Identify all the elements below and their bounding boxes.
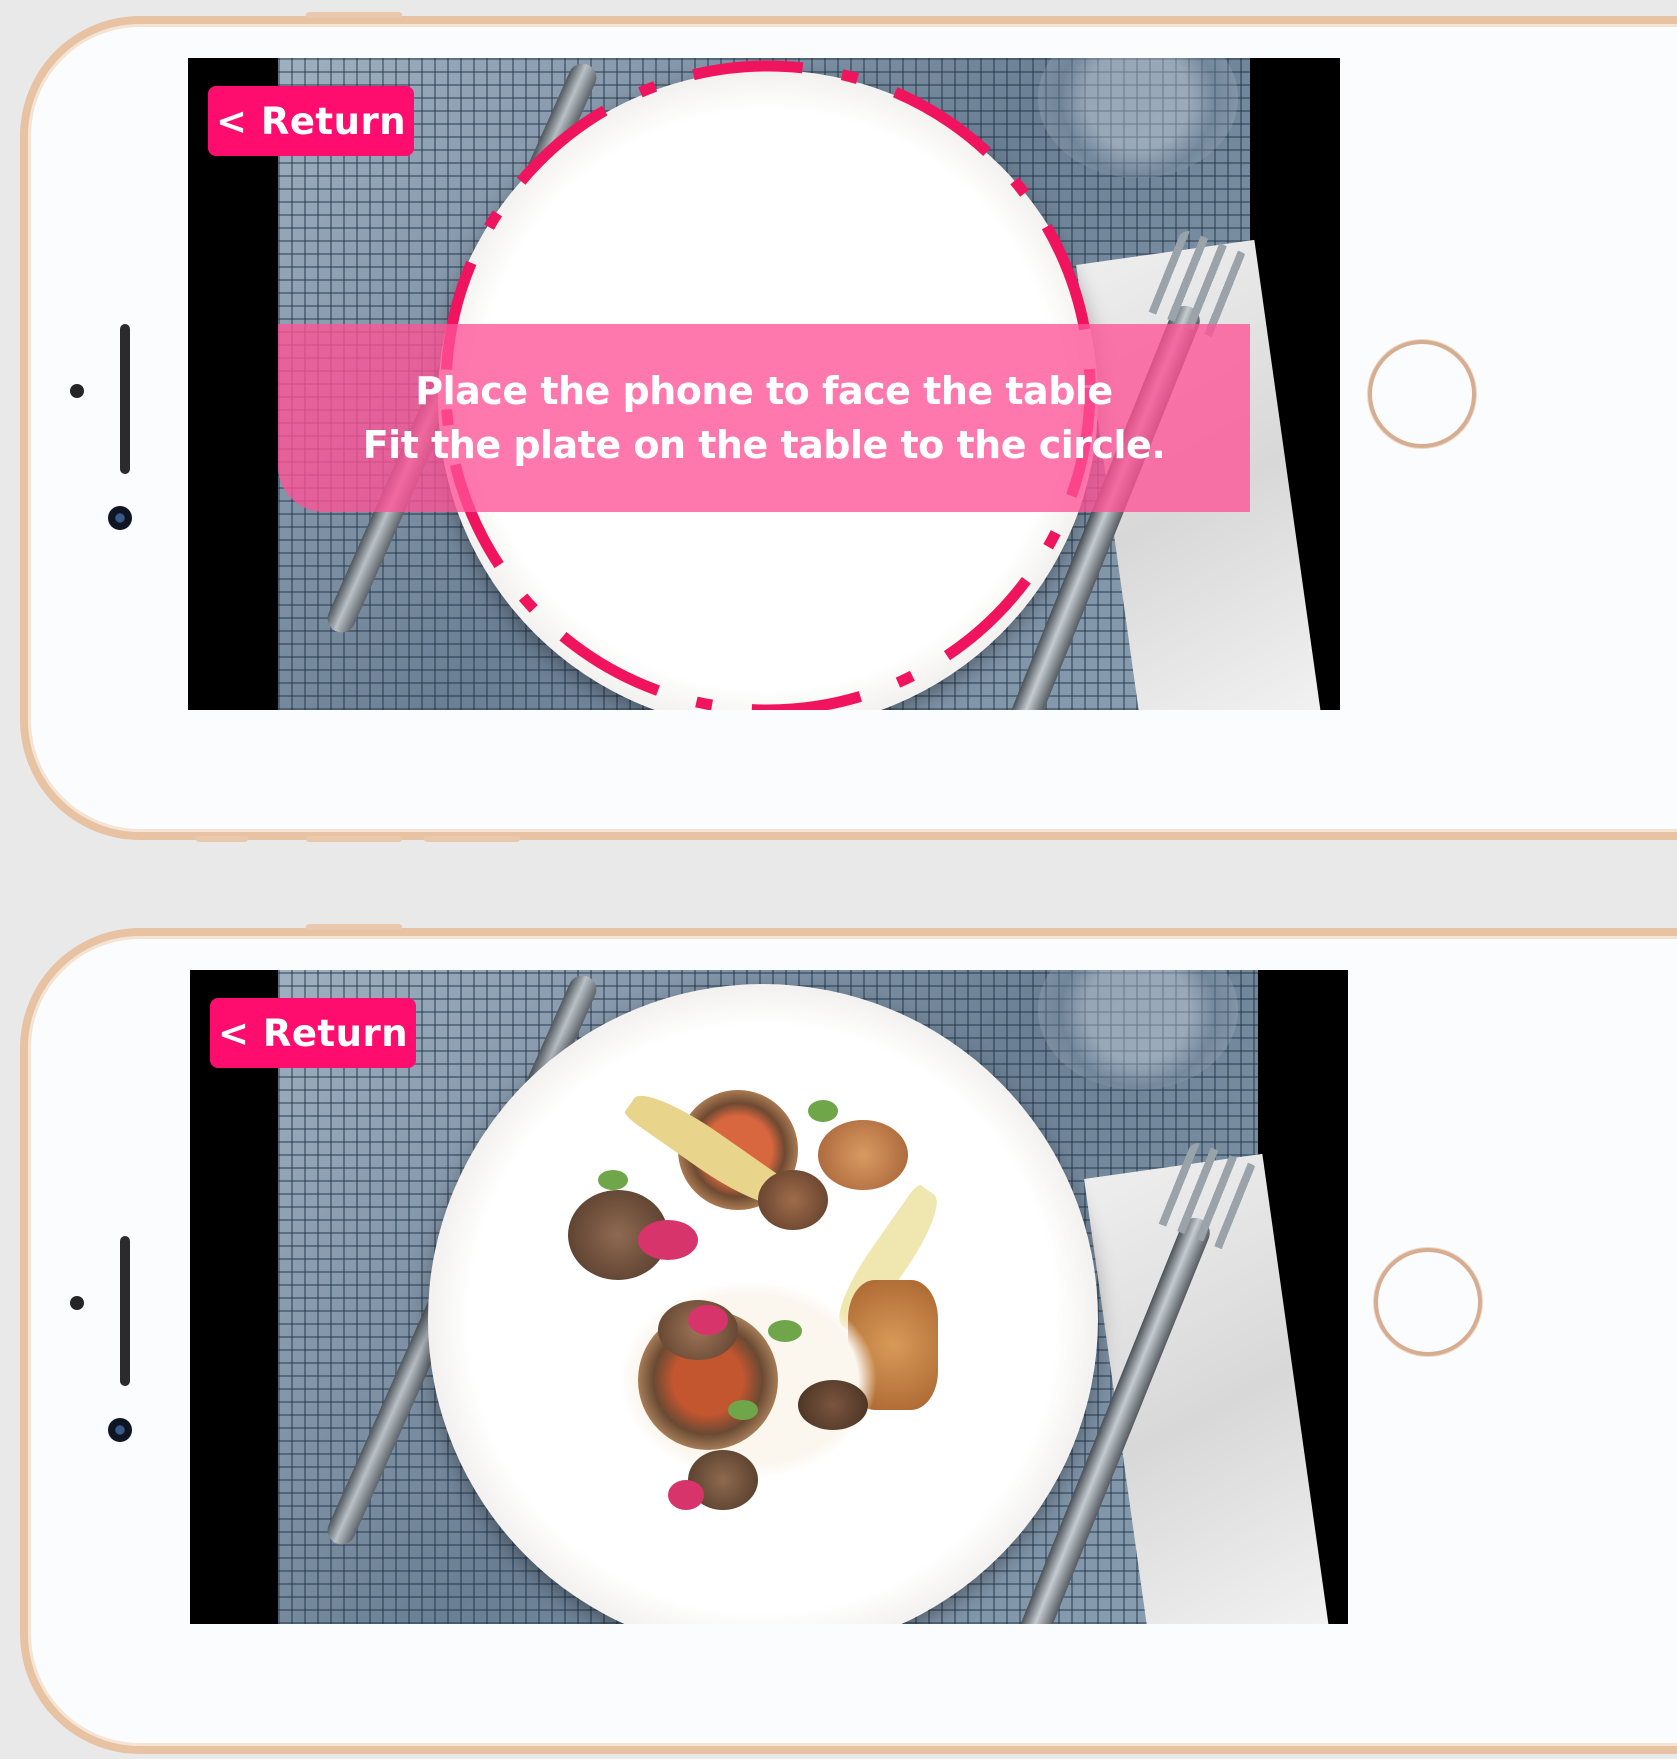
camera-feed-table: Place the phone to face the table Fit th…	[278, 58, 1324, 710]
app-screen-ar-food: < Return	[190, 970, 1348, 1624]
return-button[interactable]: < Return	[210, 998, 416, 1068]
volume-button	[306, 836, 402, 842]
instruction-banner: Place the phone to face the table Fit th…	[278, 324, 1250, 512]
instruction-line-2: Fit the plate on the table to the circle…	[362, 423, 1166, 467]
home-button[interactable]	[1374, 1248, 1482, 1356]
volume-button	[196, 836, 248, 842]
phone-frame-bottom: < Return	[20, 928, 1677, 1754]
proximity-sensor-icon	[70, 384, 84, 398]
front-camera-icon	[108, 506, 132, 530]
wine-glass	[1038, 970, 1238, 1090]
speaker-grille-icon	[120, 1236, 130, 1386]
camera-feed-table	[278, 970, 1332, 1624]
proximity-sensor-icon	[70, 1296, 84, 1310]
phone-frame-top: Place the phone to face the table Fit th…	[20, 16, 1677, 840]
home-button[interactable]	[1368, 340, 1476, 448]
return-button[interactable]: < Return	[208, 86, 414, 156]
speaker-grille-icon	[120, 324, 130, 474]
wine-glass	[1038, 58, 1238, 178]
instruction-line-1: Place the phone to face the table	[415, 369, 1113, 413]
app-screen-calibration: Place the phone to face the table Fit th…	[188, 58, 1340, 710]
power-button	[306, 924, 402, 930]
front-camera-icon	[108, 1418, 132, 1442]
volume-button	[306, 12, 402, 18]
ar-food-dish	[558, 1080, 978, 1550]
volume-button	[424, 836, 520, 842]
